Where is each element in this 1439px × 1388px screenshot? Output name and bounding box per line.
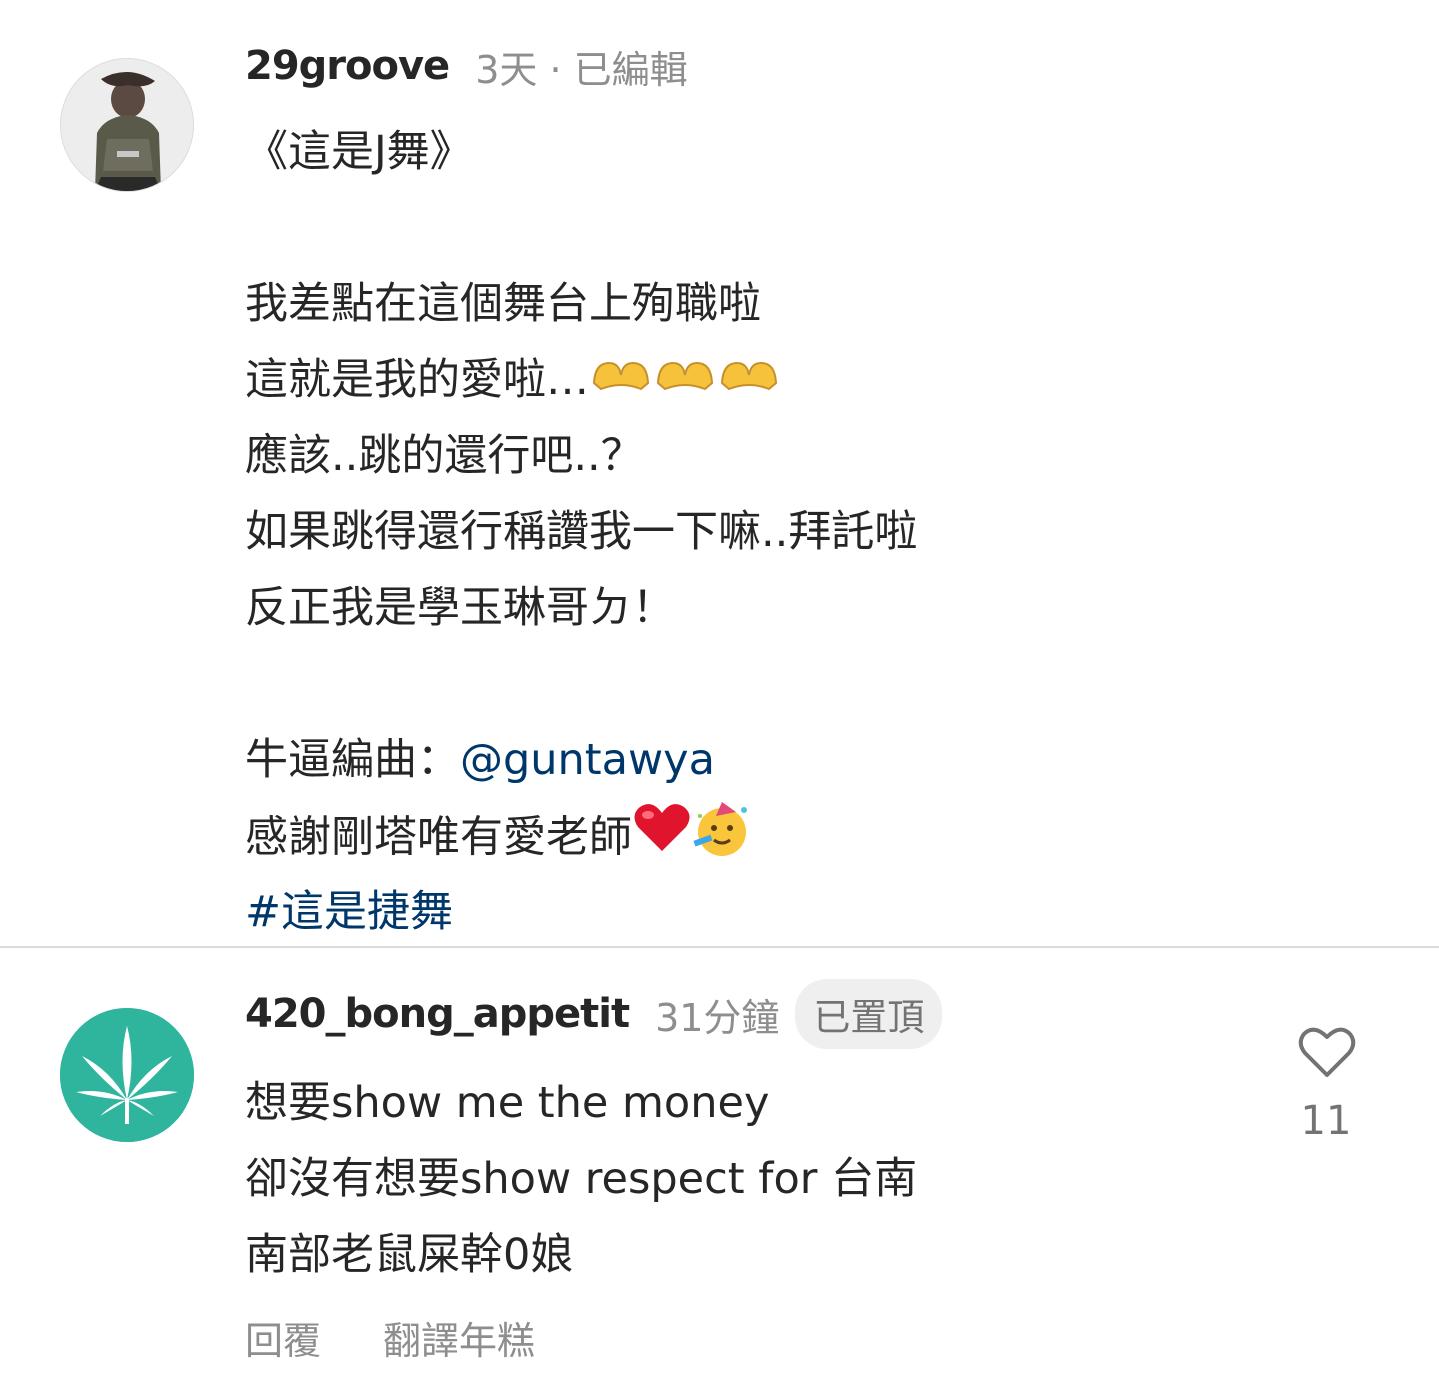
heart-outline-icon: [1298, 1027, 1356, 1077]
caption-line: #這是捷舞: [245, 874, 917, 950]
reply-button[interactable]: 回覆: [245, 1310, 321, 1365]
comment-actions: 回覆 翻譯年糕: [245, 1310, 535, 1365]
caption-blank-line: [245, 190, 917, 266]
person-avatar-image: [61, 59, 193, 191]
partying-face-emoji: [692, 798, 754, 882]
like-count: 11: [1300, 1098, 1352, 1144]
author-username[interactable]: 29groove: [245, 43, 450, 89]
like-button[interactable]: [1294, 1022, 1360, 1084]
translate-button[interactable]: 翻譯年糕: [383, 1310, 535, 1365]
caption-line: 感謝剛塔唯有愛老師: [245, 798, 917, 874]
pinned-badge: 已置頂: [795, 979, 943, 1049]
author-avatar[interactable]: [60, 58, 194, 192]
author-meta: 29groove 3天 · 已編輯: [245, 36, 688, 96]
post-timestamp: 3天 · 已編輯: [475, 47, 688, 92]
caption-line: 《這是J舞》: [245, 127, 473, 177]
leaf-avatar-image: [60, 1008, 194, 1142]
heart-hands-icon: [592, 361, 778, 390]
caption-line-text: 牛逼編曲：: [245, 735, 460, 785]
caption-blank-line: [245, 646, 917, 722]
red-heart-icon: [634, 804, 690, 851]
commenter-avatar[interactable]: [60, 1008, 194, 1142]
divider: [0, 946, 1439, 948]
caption-line: 應該..跳的還行吧..？: [245, 431, 644, 481]
commenter-username[interactable]: 420_bong_appetit: [245, 991, 630, 1037]
caption-line: 牛逼編曲：@guntawya: [245, 722, 917, 798]
partying-face-icon: [693, 802, 747, 856]
heart-hands-emoji-group: [589, 345, 779, 421]
post-caption: 29groove 3天 · 已編輯 《這是J舞》 我差點在這個舞台上殉職啦 這就…: [0, 0, 1439, 946]
mention-link[interactable]: @guntawya: [460, 735, 715, 785]
comment-line: 想要show me the money: [245, 1078, 770, 1128]
caption-line: 我差點在這個舞台上殉職啦: [245, 279, 761, 329]
red-heart-emoji: [632, 801, 692, 879]
hashtag-link[interactable]: #這是捷舞: [245, 887, 453, 937]
comment-line: 南部老鼠屎幹0娘: [245, 1230, 574, 1280]
caption-line-text: 這就是我的愛啦…: [245, 355, 589, 405]
caption-line: 這就是我的愛啦…: [245, 342, 917, 418]
caption-line-text: 感謝剛塔唯有愛老師: [245, 812, 632, 863]
caption-line: 如果跳得還行稱讚我一下嘛..拜託啦: [245, 507, 918, 557]
caption-text: 《這是J舞》 我差點在這個舞台上殉職啦 這就是我的愛啦… 應該..跳的還行吧..…: [245, 114, 917, 950]
comment-line: 卻沒有想要show respect for 台南: [245, 1154, 918, 1204]
commenter-meta: 420_bong_appetit 31分鐘 已置頂: [245, 979, 943, 1049]
caption-line: 反正我是學玉琳哥ㄉ！: [245, 583, 675, 633]
comment-timestamp: 31分鐘: [655, 995, 780, 1040]
comment-text: 想要show me the money 卻沒有想要show respect fo…: [245, 1065, 917, 1293]
